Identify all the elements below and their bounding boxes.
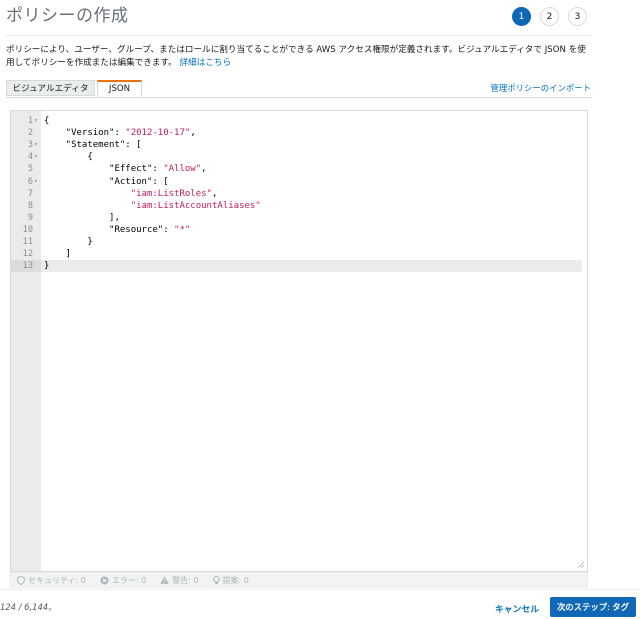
step-indicator: 1 2 3	[512, 7, 587, 26]
code-text: ]	[44, 249, 72, 260]
error-icon	[100, 576, 109, 584]
step-2: 2	[540, 7, 559, 26]
footer-divider	[0, 589, 640, 590]
fold-toggle-icon[interactable]: ▾	[34, 139, 38, 151]
code-line[interactable]: 7 "iam:ListRoles",	[11, 188, 587, 200]
fold-toggle-icon[interactable]: ▾	[34, 115, 38, 127]
code-text: "iam:ListAccountAliases"	[130, 200, 261, 211]
line-number: 11	[22, 237, 33, 247]
code-line[interactable]: 12 ]	[11, 248, 587, 260]
step-1: 1	[512, 7, 531, 26]
code-text: {	[44, 116, 50, 126]
fold-toggle-icon[interactable]: ▾	[34, 176, 38, 188]
cancel-button[interactable]: キャンセル	[495, 602, 539, 615]
next-step-tags-button[interactable]: 次のステップ: タグ	[550, 597, 636, 617]
code-text: {	[44, 152, 93, 163]
code-line[interactable]: 13}	[11, 260, 582, 273]
security-count: セキュリティ: 0	[28, 575, 86, 585]
code-text: "Action": [	[44, 176, 169, 187]
code-line[interactable]: 6 ▾ "Action": [	[11, 176, 587, 188]
suggestion-count: 提案: 0	[222, 575, 249, 585]
code-text: ],	[44, 212, 120, 223]
resize-handle-icon[interactable]	[577, 561, 585, 569]
warning-icon	[160, 576, 169, 584]
line-number: 10	[22, 224, 33, 235]
code-line[interactable]: 5 "Effect": "Allow",	[11, 163, 587, 175]
line-number: 8	[27, 200, 33, 211]
warning-count: 警告: 0	[172, 575, 199, 585]
code-line[interactable]: 1 ▾ {	[11, 115, 587, 127]
tab-json[interactable]: JSON	[97, 80, 142, 97]
fold-toggle-icon[interactable]: ▾	[34, 151, 38, 163]
line-number: 1	[27, 116, 33, 126]
error-count: エラー: 0	[111, 575, 147, 585]
code-text: }	[44, 237, 93, 247]
page-title: ポリシーの作成	[6, 6, 129, 26]
code-line[interactable]: 10 "Resource": "*"	[11, 224, 587, 236]
tab-visual-editor[interactable]: ビジュアルエディタ	[6, 80, 95, 96]
learn-more-link[interactable]: 詳細はこちら	[180, 58, 232, 68]
code-line[interactable]: 4 ▾ {	[11, 151, 587, 163]
line-number: 4	[27, 152, 33, 163]
description-text: ポリシーにより、ユーザー、グループ、またはロールに割り当てることができる AWS…	[6, 45, 586, 68]
line-number: 7	[27, 188, 33, 199]
code-text: "iam:ListRoles",	[130, 188, 218, 199]
code-text: "Effect": "Allow",	[44, 164, 207, 175]
line-number: 13	[11, 260, 41, 273]
error-status[interactable]: エラー: 0	[100, 575, 146, 586]
lightbulb-icon	[212, 575, 220, 584]
code-text: "Statement": [	[44, 140, 142, 151]
code-text: "Version": "2012-10-17",	[44, 128, 196, 139]
code-text: "Resource": "*"	[44, 224, 191, 235]
line-number: 6	[27, 176, 33, 187]
title-divider	[6, 35, 592, 36]
json-code-editor[interactable]: 1 ▾{2 "Version": "2012-10-17", 3 ▾ "Stateme…	[10, 110, 588, 572]
character-count: 124 / 6,144。	[0, 602, 57, 612]
step-3: 3	[568, 7, 587, 26]
code-line[interactable]: 2 "Version": "2012-10-17",	[11, 127, 587, 139]
code-line[interactable]: 8 "iam:ListAccountAliases"	[11, 200, 587, 212]
page-description: ポリシーにより、ユーザー、グループ、またはロールに割り当てることができる AWS…	[6, 44, 594, 70]
validation-status-bar: セキュリティ: 0 エラー: 0 警告: 0 提案: 0	[10, 572, 588, 588]
line-number: 5	[27, 164, 33, 175]
code-line[interactable]: 3 ▾ "Statement": [	[11, 139, 587, 151]
code-line[interactable]: 9 ],	[11, 212, 587, 224]
shield-icon	[17, 575, 25, 585]
suggestion-status[interactable]: 提案: 0	[212, 575, 249, 586]
code-line[interactable]: 11 }	[11, 236, 587, 248]
import-managed-policy-link[interactable]: 管理ポリシーのインポート	[491, 82, 592, 94]
code-text: }	[44, 261, 50, 272]
line-number: 12	[22, 249, 33, 260]
security-status[interactable]: セキュリティ: 0	[17, 575, 86, 586]
line-number: 3	[27, 140, 33, 151]
warning-status[interactable]: 警告: 0	[160, 575, 199, 586]
line-number: 2	[27, 128, 33, 139]
line-number: 9	[27, 212, 33, 223]
